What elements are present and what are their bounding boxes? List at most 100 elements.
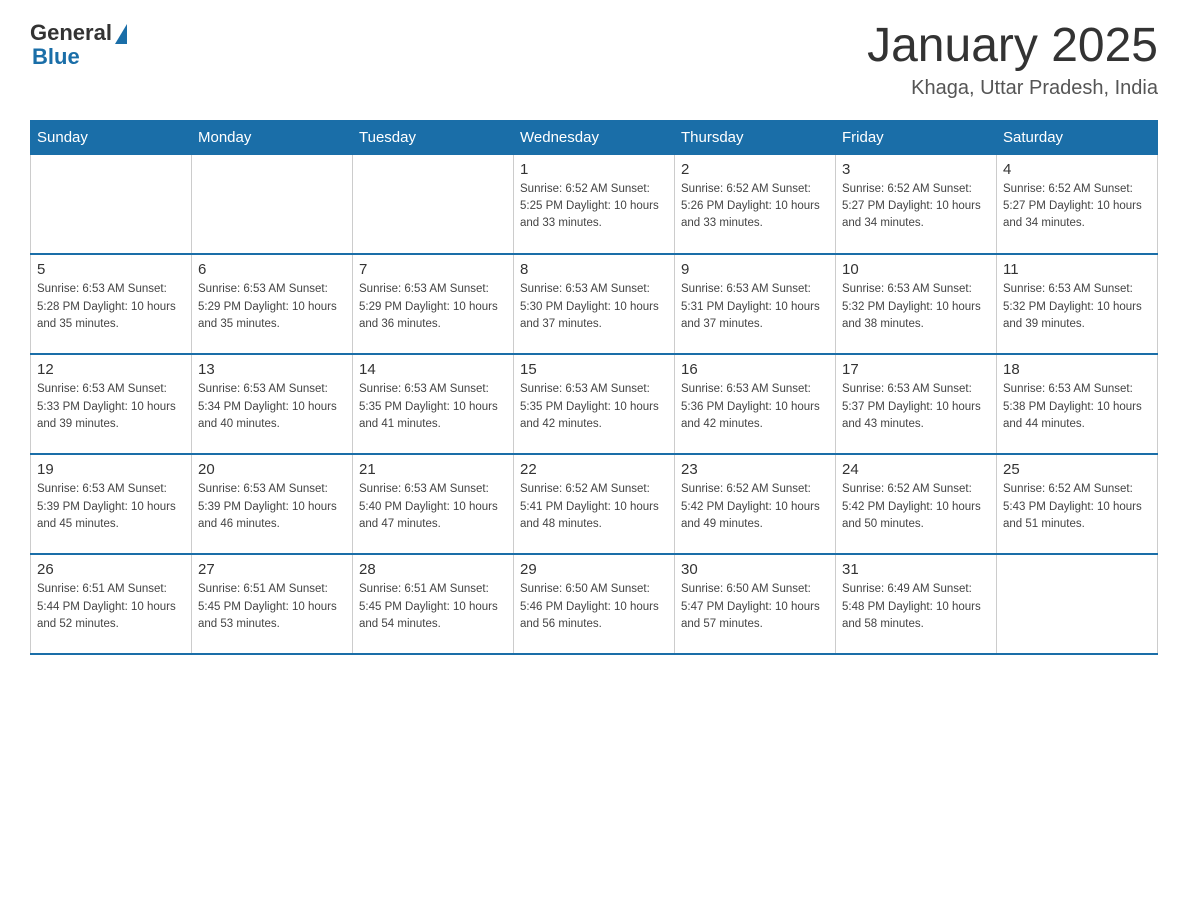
day-info: Sunrise: 6:53 AM Sunset: 5:39 PM Dayligh… (198, 481, 346, 533)
header-sunday: Sunday (31, 120, 192, 154)
calendar-cell: 16Sunrise: 6:53 AM Sunset: 5:36 PM Dayli… (675, 354, 836, 454)
day-info: Sunrise: 6:53 AM Sunset: 5:39 PM Dayligh… (37, 481, 185, 533)
calendar-cell: 10Sunrise: 6:53 AM Sunset: 5:32 PM Dayli… (836, 254, 997, 354)
day-info: Sunrise: 6:53 AM Sunset: 5:38 PM Dayligh… (1003, 381, 1151, 433)
day-number: 31 (842, 561, 990, 578)
calendar-header-row: SundayMondayTuesdayWednesdayThursdayFrid… (31, 120, 1158, 154)
calendar-cell (353, 154, 514, 254)
day-number: 8 (520, 261, 668, 278)
day-info: Sunrise: 6:52 AM Sunset: 5:27 PM Dayligh… (1003, 181, 1151, 233)
day-number: 9 (681, 261, 829, 278)
logo-general-text: General (30, 20, 112, 46)
calendar-cell: 9 Sunrise: 6:53 AM Sunset: 5:31 PM Daylig… (675, 254, 836, 354)
calendar-cell: 20 Sunrise: 6:53 AM Sunset: 5:39 PM Dayli… (192, 454, 353, 554)
day-number: 21 (359, 461, 507, 478)
day-info: Sunrise: 6:51 AM Sunset: 5:45 PM Dayligh… (359, 581, 507, 633)
day-info: Sunrise: 6:53 AM Sunset: 5:29 PM Dayligh… (198, 281, 346, 333)
calendar-cell: 19 Sunrise: 6:53 AM Sunset: 5:39 PM Dayli… (31, 454, 192, 554)
location-text: Khaga, Uttar Pradesh, India (867, 77, 1158, 100)
calendar-cell: 23 Sunrise: 6:52 AM Sunset: 5:42 PM Dayli… (675, 454, 836, 554)
day-number: 20 (198, 461, 346, 478)
calendar-cell: 6 Sunrise: 6:53 AM Sunset: 5:29 PM Daylig… (192, 254, 353, 354)
day-info: Sunrise: 6:53 AM Sunset: 5:30 PM Dayligh… (520, 281, 668, 333)
day-info: Sunrise: 6:50 AM Sunset: 5:47 PM Dayligh… (681, 581, 829, 633)
day-info: Sunrise: 6:53 AM Sunset: 5:29 PM Dayligh… (359, 281, 507, 333)
calendar-week-row: 19 Sunrise: 6:53 AM Sunset: 5:39 PM Dayli… (31, 454, 1158, 554)
calendar-cell: 5 Sunrise: 6:53 AM Sunset: 5:28 PM Daylig… (31, 254, 192, 354)
day-number: 30 (681, 561, 829, 578)
day-info: Sunrise: 6:53 AM Sunset: 5:37 PM Dayligh… (842, 381, 990, 433)
header-tuesday: Tuesday (353, 120, 514, 154)
day-number: 2 (681, 161, 829, 178)
header-thursday: Thursday (675, 120, 836, 154)
day-number: 29 (520, 561, 668, 578)
day-number: 7 (359, 261, 507, 278)
day-info: Sunrise: 6:53 AM Sunset: 5:35 PM Dayligh… (520, 381, 668, 433)
calendar-cell: 27 Sunrise: 6:51 AM Sunset: 5:45 PM Dayli… (192, 554, 353, 654)
day-info: Sunrise: 6:52 AM Sunset: 5:25 PM Dayligh… (520, 181, 668, 233)
day-number: 25 (1003, 461, 1151, 478)
calendar-cell: 4 Sunrise: 6:52 AM Sunset: 5:27 PM Daylig… (997, 154, 1158, 254)
day-number: 22 (520, 461, 668, 478)
day-number: 10 (842, 261, 990, 278)
calendar-cell: 8 Sunrise: 6:53 AM Sunset: 5:30 PM Daylig… (514, 254, 675, 354)
calendar-cell: 13Sunrise: 6:53 AM Sunset: 5:34 PM Dayli… (192, 354, 353, 454)
calendar-week-row: 5 Sunrise: 6:53 AM Sunset: 5:28 PM Daylig… (31, 254, 1158, 354)
day-number: 23 (681, 461, 829, 478)
title-block: January 2025 Khaga, Uttar Pradesh, India (867, 20, 1158, 100)
day-info: Sunrise: 6:51 AM Sunset: 5:45 PM Dayligh… (198, 581, 346, 633)
day-number: 4 (1003, 161, 1151, 178)
day-info: Sunrise: 6:53 AM Sunset: 5:35 PM Dayligh… (359, 381, 507, 433)
day-number: 27 (198, 561, 346, 578)
header-monday: Monday (192, 120, 353, 154)
calendar-cell: 18 Sunrise: 6:53 AM Sunset: 5:38 PM Dayli… (997, 354, 1158, 454)
day-info: Sunrise: 6:50 AM Sunset: 5:46 PM Dayligh… (520, 581, 668, 633)
calendar-cell: 24Sunrise: 6:52 AM Sunset: 5:42 PM Dayli… (836, 454, 997, 554)
day-number: 5 (37, 261, 185, 278)
day-info: Sunrise: 6:52 AM Sunset: 5:42 PM Dayligh… (681, 481, 829, 533)
header-wednesday: Wednesday (514, 120, 675, 154)
day-number: 13 (198, 361, 346, 378)
calendar-cell: 25 Sunrise: 6:52 AM Sunset: 5:43 PM Dayli… (997, 454, 1158, 554)
day-info: Sunrise: 6:52 AM Sunset: 5:41 PM Dayligh… (520, 481, 668, 533)
day-info: Sunrise: 6:52 AM Sunset: 5:43 PM Dayligh… (1003, 481, 1151, 533)
calendar-cell: 29 Sunrise: 6:50 AM Sunset: 5:46 PM Dayli… (514, 554, 675, 654)
day-number: 24 (842, 461, 990, 478)
day-number: 6 (198, 261, 346, 278)
day-info: Sunrise: 6:52 AM Sunset: 5:27 PM Dayligh… (842, 181, 990, 233)
calendar-cell: 31 Sunrise: 6:49 AM Sunset: 5:48 PM Dayli… (836, 554, 997, 654)
calendar-cell: 15 Sunrise: 6:53 AM Sunset: 5:35 PM Dayli… (514, 354, 675, 454)
day-info: Sunrise: 6:53 AM Sunset: 5:32 PM Dayligh… (1003, 281, 1151, 333)
header-saturday: Saturday (997, 120, 1158, 154)
logo: General Blue (30, 20, 127, 70)
day-number: 26 (37, 561, 185, 578)
day-number: 19 (37, 461, 185, 478)
day-info: Sunrise: 6:53 AM Sunset: 5:40 PM Dayligh… (359, 481, 507, 533)
day-number: 15 (520, 361, 668, 378)
logo-triangle-icon (115, 24, 127, 44)
day-info: Sunrise: 6:53 AM Sunset: 5:31 PM Dayligh… (681, 281, 829, 333)
day-info: Sunrise: 6:53 AM Sunset: 5:33 PM Dayligh… (37, 381, 185, 433)
calendar-cell: 30 Sunrise: 6:50 AM Sunset: 5:47 PM Dayli… (675, 554, 836, 654)
calendar-cell: 14 Sunrise: 6:53 AM Sunset: 5:35 PM Dayli… (353, 354, 514, 454)
logo-blue-text: Blue (30, 44, 80, 70)
calendar-cell: 11Sunrise: 6:53 AM Sunset: 5:32 PM Dayli… (997, 254, 1158, 354)
calendar-cell: 2 Sunrise: 6:52 AM Sunset: 5:26 PM Daylig… (675, 154, 836, 254)
calendar-week-row: 1Sunrise: 6:52 AM Sunset: 5:25 PM Daylig… (31, 154, 1158, 254)
calendar-week-row: 12Sunrise: 6:53 AM Sunset: 5:33 PM Dayli… (31, 354, 1158, 454)
day-info: Sunrise: 6:53 AM Sunset: 5:28 PM Dayligh… (37, 281, 185, 333)
calendar-cell: 28 Sunrise: 6:51 AM Sunset: 5:45 PM Dayli… (353, 554, 514, 654)
calendar-cell: 21 Sunrise: 6:53 AM Sunset: 5:40 PM Dayli… (353, 454, 514, 554)
header-friday: Friday (836, 120, 997, 154)
day-info: Sunrise: 6:49 AM Sunset: 5:48 PM Dayligh… (842, 581, 990, 633)
day-number: 28 (359, 561, 507, 578)
day-info: Sunrise: 6:52 AM Sunset: 5:26 PM Dayligh… (681, 181, 829, 233)
day-number: 18 (1003, 361, 1151, 378)
calendar-cell: 26Sunrise: 6:51 AM Sunset: 5:44 PM Dayli… (31, 554, 192, 654)
day-number: 14 (359, 361, 507, 378)
calendar-cell: 22 Sunrise: 6:52 AM Sunset: 5:41 PM Dayli… (514, 454, 675, 554)
calendar-cell: 7 Sunrise: 6:53 AM Sunset: 5:29 PM Daylig… (353, 254, 514, 354)
calendar-cell (31, 154, 192, 254)
calendar-cell (997, 554, 1158, 654)
day-info: Sunrise: 6:53 AM Sunset: 5:36 PM Dayligh… (681, 381, 829, 433)
